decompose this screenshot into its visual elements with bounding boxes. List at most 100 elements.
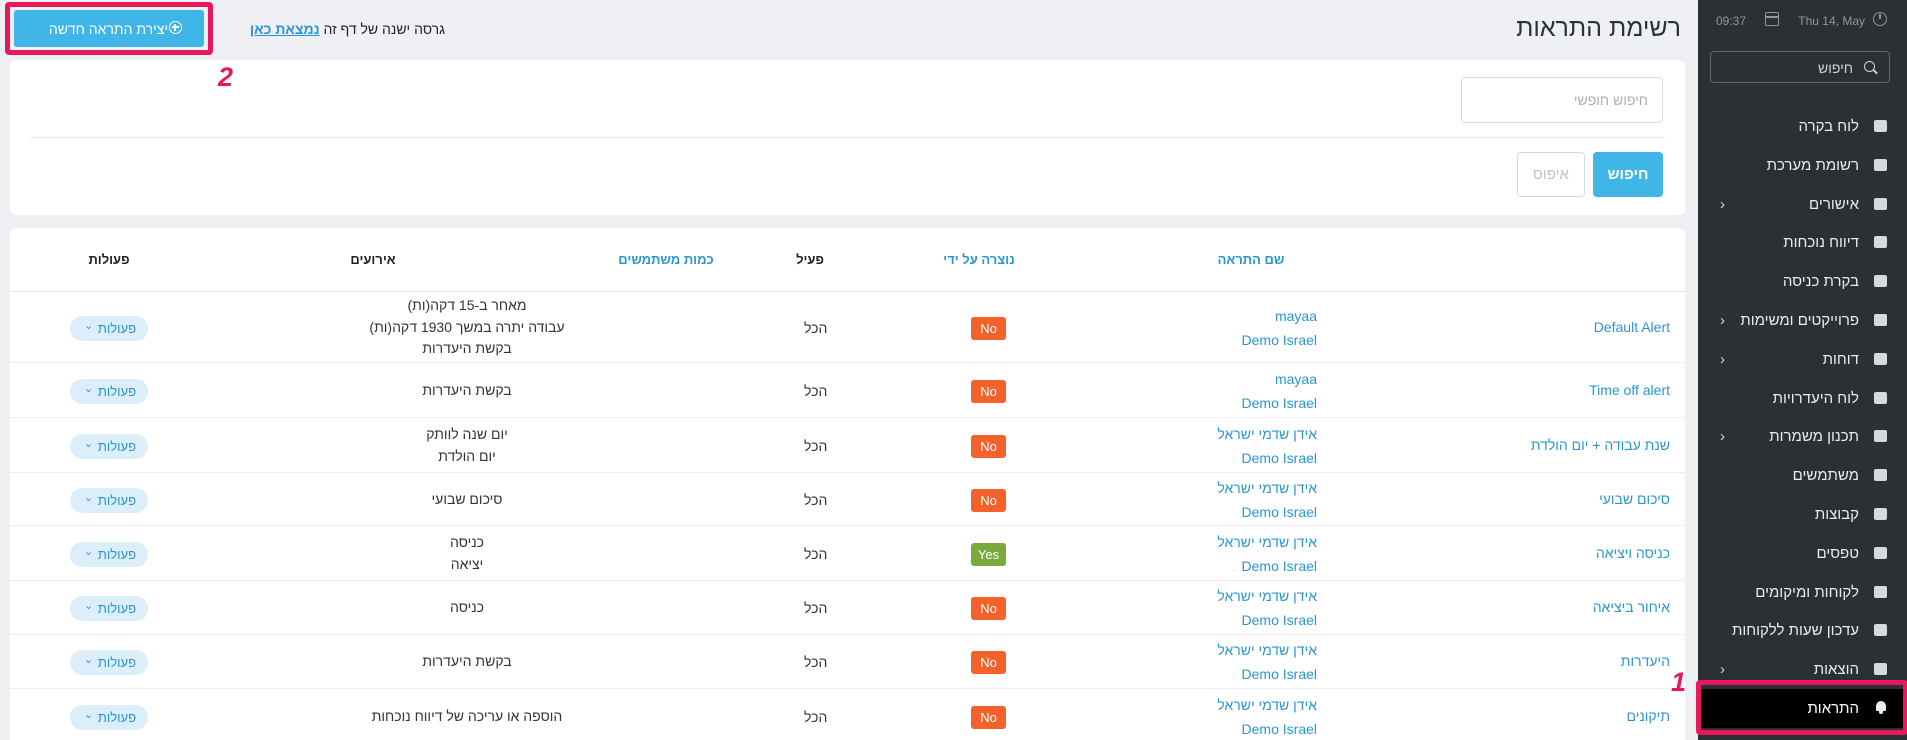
- alert-name-link[interactable]: שנת עבודה + יום הולדת: [1531, 437, 1670, 453]
- created-by-line[interactable]: אידן שדמי ישראל: [1217, 530, 1317, 554]
- sidebar-item[interactable]: דיווח נוכחות: [1698, 223, 1907, 262]
- user-count: הכל: [804, 600, 828, 616]
- actions-label: פעולות: [97, 546, 136, 562]
- cart-icon: [1874, 585, 1887, 598]
- created-by: mayaa Demo Israel: [1242, 304, 1317, 352]
- created-by: אידן שדמי ישראל Demo Israel: [1217, 584, 1317, 632]
- created-by-line[interactable]: אידן שדמי ישראל: [1217, 476, 1317, 500]
- sidebar-item[interactable]: קבוצות: [1698, 495, 1907, 534]
- sidebar-item-label: פרוייקטים ומשימות: [1740, 311, 1859, 329]
- sidebar-item[interactable]: לוח בקרה: [1698, 107, 1907, 146]
- event-line: יציאה: [450, 555, 484, 572]
- sidebar-item[interactable]: בקרת כניסה: [1698, 262, 1907, 301]
- chevron-down-icon: ⌄: [84, 382, 94, 395]
- created-by: אידן שדמי ישראל Demo Israel: [1217, 638, 1317, 686]
- column-header-name[interactable]: שם התראה: [1218, 252, 1285, 267]
- column-header-created-by[interactable]: נוצרה על ידי: [943, 252, 1014, 267]
- sidebar-item-label: טפסים: [1816, 544, 1859, 562]
- search-panel: חיפוש חופשי חיפוש איפוס: [10, 60, 1685, 215]
- actions-dropdown-button[interactable]: פעולות ⌄: [70, 378, 148, 404]
- old-version-text: גרסה ישנה של דף זה: [323, 21, 445, 37]
- sidebar-item-label: בקרת כניסה: [1782, 273, 1859, 291]
- sidebar-item-label: לוח היעדרויות: [1772, 389, 1859, 407]
- sidebar-item-label: דוחות: [1822, 350, 1859, 368]
- sidebar-item[interactable]: רשומת מערכת: [1698, 146, 1907, 185]
- sidebar-item[interactable]: דוחות ›: [1698, 340, 1907, 379]
- column-header-user-count[interactable]: כמות משתמשים: [618, 252, 713, 267]
- sidebar-item-label: משתמשים: [1792, 467, 1859, 485]
- created-by-line[interactable]: Demo Israel: [1217, 554, 1317, 578]
- chevron-icon: ›: [1720, 350, 1725, 368]
- actions-label: פעולות: [97, 383, 136, 399]
- actions-label: פעולות: [97, 492, 136, 508]
- chevron-down-icon: ⌄: [84, 319, 94, 332]
- created-by-line[interactable]: Demo Israel: [1242, 391, 1317, 415]
- alert-name-link[interactable]: איחור ביציאה: [1593, 599, 1670, 615]
- created-by-line[interactable]: אידן שדמי ישראל: [1217, 422, 1317, 446]
- sidebar-item[interactable]: טפסים: [1698, 534, 1907, 573]
- alert-name-link[interactable]: סיכום שבועי: [1599, 491, 1670, 507]
- user-count: הכל: [804, 382, 828, 399]
- old-version-notice: גרסה ישנה של דף זה נמצאת כאן: [250, 21, 445, 37]
- actions-dropdown-button[interactable]: פעולות ⌄: [70, 541, 148, 567]
- page-title: רשימת התראות: [1516, 14, 1681, 42]
- sidebar-item[interactable]: אישורים ›: [1698, 185, 1907, 224]
- alert-name-link[interactable]: תיקונים: [1626, 708, 1670, 724]
- sidebar-item[interactable]: לוח היעדרויות: [1698, 379, 1907, 418]
- sidebar-item[interactable]: תכנון משמרות ›: [1698, 417, 1907, 456]
- sign-in-icon: [1874, 275, 1887, 288]
- actions-dropdown-button[interactable]: פעולות ⌄: [70, 315, 148, 341]
- created-by-line[interactable]: Demo Israel: [1217, 717, 1317, 740]
- created-by-line[interactable]: Demo Israel: [1217, 662, 1317, 686]
- sidebar-top-bar: Thu 14, May 09:37: [1698, 0, 1907, 42]
- reset-button[interactable]: איפוס: [1517, 152, 1585, 197]
- table-row: Default Alert mayaa Demo Israel No הכל מאחר ב…: [10, 292, 1685, 363]
- actions-label: פעולות: [97, 320, 136, 336]
- sidebar-item-label: תכנון משמרות: [1769, 428, 1859, 446]
- created-by-line[interactable]: Demo Israel: [1242, 328, 1317, 352]
- event-line: סיכום שבועי: [431, 490, 503, 507]
- alert-name-link[interactable]: Time off alert: [1589, 382, 1670, 398]
- sidebar-item-label: דיווח נוכחות: [1783, 234, 1859, 252]
- status-badge: No: [971, 705, 1006, 729]
- check-square-icon: [1874, 197, 1887, 210]
- current-time: 09:37: [1715, 14, 1746, 28]
- free-search-placeholder: חיפוש חופשי: [1573, 92, 1648, 108]
- created-by-line[interactable]: אידן שדמי ישראל: [1217, 693, 1317, 717]
- sidebar-item[interactable]: עדכון שעות ללקוחות: [1698, 611, 1907, 650]
- actions-dropdown-button[interactable]: פעולות ⌄: [70, 704, 148, 730]
- search-icon: [1864, 61, 1875, 72]
- alert-name-link[interactable]: היעדרות: [1621, 653, 1670, 669]
- user-count: הכל: [804, 491, 828, 508]
- actions-dropdown-button[interactable]: פעולות ⌄: [70, 433, 148, 459]
- created-by-line[interactable]: אידן שדמי ישראל: [1217, 584, 1317, 608]
- sidebar-search-input[interactable]: חיפוש: [1710, 51, 1890, 83]
- created-by: mayaa Demo Israel: [1242, 367, 1317, 415]
- old-version-link[interactable]: נמצאת כאן: [250, 21, 320, 37]
- created-by-line[interactable]: mayaa: [1242, 367, 1317, 391]
- created-by: אידן שדמי ישראל Demo Israel: [1217, 693, 1317, 740]
- search-button[interactable]: חיפוש: [1593, 152, 1663, 197]
- free-search-input[interactable]: חיפוש חופשי: [1461, 77, 1663, 123]
- sidebar-item[interactable]: פרוייקטים ומשימות ›: [1698, 301, 1907, 340]
- created-by-line[interactable]: Demo Israel: [1217, 500, 1317, 524]
- alert-name-link[interactable]: כניסה ויציאה: [1596, 545, 1670, 561]
- created-by-line[interactable]: אידן שדמי ישראל: [1217, 638, 1317, 662]
- actions-dropdown-button[interactable]: פעולות ⌄: [70, 596, 148, 621]
- alert-name-link[interactable]: Default Alert: [1594, 319, 1670, 335]
- actions-dropdown-button[interactable]: פעולות ⌄: [70, 487, 148, 513]
- dashboard-icon: [1874, 120, 1887, 132]
- event-line: בקשת היעדרות: [422, 653, 512, 670]
- current-date: Thu 14, May: [1798, 14, 1865, 28]
- created-by-line[interactable]: Demo Israel: [1217, 608, 1317, 632]
- file-icon: [1874, 546, 1887, 559]
- annotation-number-2: 2: [218, 62, 234, 92]
- created-by-line[interactable]: Demo Israel: [1217, 446, 1317, 470]
- created-by-line[interactable]: mayaa: [1242, 304, 1317, 328]
- actions-dropdown-button[interactable]: פעולות ⌄: [70, 650, 148, 675]
- sidebar-item[interactable]: לקוחות ומיקומים: [1698, 573, 1907, 612]
- alerts-table: שם התראה נוצרה על ידי פעיל כמות משתמשים …: [10, 228, 1685, 740]
- users-icon: [1874, 507, 1887, 520]
- sidebar-search-placeholder: חיפוש: [1818, 60, 1853, 76]
- sidebar-item[interactable]: משתמשים: [1698, 456, 1907, 495]
